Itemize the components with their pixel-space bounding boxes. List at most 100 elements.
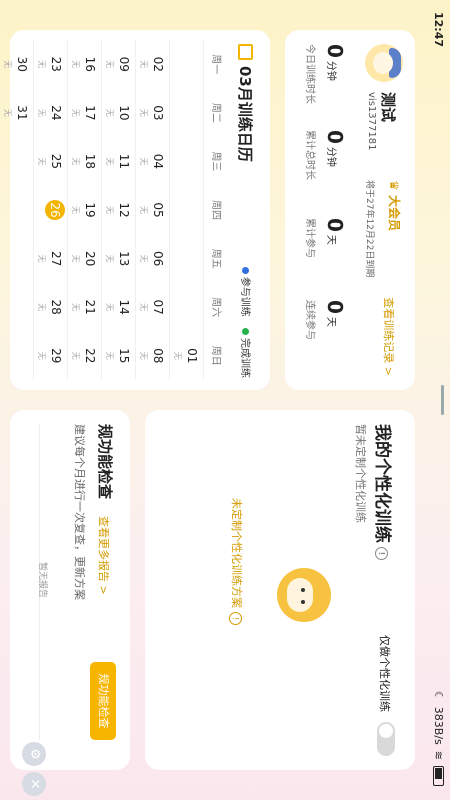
day-number: 05 xyxy=(151,202,165,218)
day-status: 无 xyxy=(71,351,80,360)
day-number: 16 xyxy=(83,56,97,72)
day-status: 无 xyxy=(105,303,114,312)
calendar-day[interactable]: 12 无 xyxy=(102,186,135,235)
check-button[interactable]: 规功能检查 xyxy=(90,662,116,740)
calendar-day[interactable]: 06 无 xyxy=(136,234,169,283)
day-number: 23 xyxy=(49,56,63,72)
day-number: 02 xyxy=(151,56,165,72)
stat-label: 今日训练时长 xyxy=(304,44,315,104)
calendar-day[interactable]: 04 无 xyxy=(136,137,169,186)
legend-complete: 完成训练 xyxy=(239,338,250,378)
weekday-label: 周五 xyxy=(210,248,221,269)
info-icon: ! xyxy=(229,612,243,625)
training-title-text: 我的个性化训练 xyxy=(372,424,392,543)
drag-handle[interactable] xyxy=(441,385,444,415)
calendar-day[interactable]: 11 无 xyxy=(102,137,135,186)
day-status: 无 xyxy=(37,157,46,166)
calendar-day[interactable]: 19 无 xyxy=(68,186,101,235)
calendar-day[interactable]: 16 无 xyxy=(68,40,101,89)
calendar-day[interactable]: 08 无 xyxy=(136,331,169,380)
calendar-day[interactable]: 26 xyxy=(34,186,67,235)
day-number: 13 xyxy=(117,250,131,267)
stat-unit: 分钟 xyxy=(325,60,336,81)
calendar-day[interactable]: 03 无 xyxy=(136,89,169,138)
calendar-day[interactable]: 18 无 xyxy=(68,137,101,186)
training-subtitle: 暂未定制个性化训练 xyxy=(354,424,367,523)
calendar-day-empty xyxy=(170,137,203,186)
training-title: 我的个性化训练! xyxy=(372,424,397,560)
training-empty-link[interactable]: 未定制个性化训练方案! xyxy=(229,498,245,625)
calendar-day[interactable]: 01 无 xyxy=(170,331,203,380)
calendar-day[interactable]: 31 无 xyxy=(0,89,33,138)
legend-participate: 参与训练 xyxy=(239,276,250,317)
vip-label: 大会员 xyxy=(387,194,401,231)
stat-value: 0 xyxy=(323,44,347,58)
day-number: 17 xyxy=(83,105,97,121)
calendar-legend: 参与训练 完成训练 xyxy=(239,259,254,378)
day-number: 26 xyxy=(45,200,65,221)
stat-days: 0 天 累计参与 xyxy=(304,218,347,258)
calendar-day[interactable]: 13 无 xyxy=(102,234,135,283)
day-status: 无 xyxy=(37,254,46,263)
day-status: 无 xyxy=(105,254,114,263)
calendar-day[interactable]: 07 无 xyxy=(136,283,169,332)
calendar-day[interactable]: 25 无 xyxy=(34,137,67,186)
day-number: 25 xyxy=(49,153,63,170)
calendar-day-empty xyxy=(170,283,203,332)
calendar-day[interactable]: 27 无 xyxy=(34,234,67,283)
calendar-week: 30 无 31 无 xyxy=(0,40,34,380)
training-toggle[interactable] xyxy=(377,722,395,756)
close-icon[interactable]: ✕ xyxy=(22,772,46,796)
calendar-day[interactable]: 22 无 xyxy=(68,331,101,380)
day-status: 无 xyxy=(105,157,114,166)
day-status: 无 xyxy=(37,60,46,69)
calendar-day[interactable]: 17 无 xyxy=(68,89,101,138)
check-more-reports-link[interactable]: 查看更多报告 > xyxy=(96,516,112,595)
status-right: ☾ 383B/s ≋ xyxy=(432,691,445,786)
avatar[interactable] xyxy=(365,44,403,82)
calendar-day-empty xyxy=(170,40,203,89)
stat-label: 连续参与 xyxy=(304,300,315,340)
stat-value: 0 xyxy=(323,218,347,232)
stat-label: 累计参与 xyxy=(304,218,315,258)
calendar-day[interactable]: 24 无 xyxy=(34,89,67,138)
day-status: 无 xyxy=(71,108,80,117)
weekday-label: 周三 xyxy=(210,151,221,172)
day-status: 无 xyxy=(139,254,148,263)
day-status: 无 xyxy=(37,303,46,312)
legend-dot-participate xyxy=(242,266,249,274)
day-number: 28 xyxy=(49,299,63,315)
calendar-week: 09 无 10 无 11 无 12 无 13 无 14 无 15 无 xyxy=(102,40,136,380)
calendar-day-empty xyxy=(0,186,33,235)
calendar-title: 03月训练日历 xyxy=(235,44,256,162)
status-time: 12:47 xyxy=(432,12,445,48)
avatar-face xyxy=(373,52,393,74)
calendar-day[interactable]: 09 无 xyxy=(102,40,135,89)
calendar-day-empty xyxy=(0,283,33,332)
mascot-eye xyxy=(301,600,305,604)
calendar-day[interactable]: 29 无 xyxy=(34,331,67,380)
mascot-face xyxy=(287,578,313,612)
view-records-link[interactable]: 查看训练记录 > xyxy=(381,297,397,376)
day-status: 无 xyxy=(139,157,148,166)
stat-unit: 天 xyxy=(325,316,336,327)
calendar-day[interactable]: 05 无 xyxy=(136,186,169,235)
info-icon[interactable]: ! xyxy=(375,547,389,560)
battery-icon xyxy=(433,766,444,786)
gear-icon[interactable]: ⚙ xyxy=(22,742,46,766)
calendar-day[interactable]: 28 无 xyxy=(34,283,67,332)
weekday-label: 周二 xyxy=(210,102,221,123)
day-status: 无 xyxy=(105,351,114,360)
crown-icon: ♛ xyxy=(387,180,401,195)
calendar-week: 02 无 03 无 04 无 05 无 06 无 07 无 08 无 xyxy=(136,40,170,380)
calendar-day[interactable]: 14 无 xyxy=(102,283,135,332)
calendar-day[interactable]: 10 无 xyxy=(102,89,135,138)
calendar-day[interactable]: 20 无 xyxy=(68,234,101,283)
calendar-day[interactable]: 15 无 xyxy=(102,331,135,380)
day-status: 无 xyxy=(139,303,148,312)
calendar-day[interactable]: 23 无 xyxy=(34,40,67,89)
calendar-day[interactable]: 21 无 xyxy=(68,283,101,332)
calendar-day[interactable]: 02 无 xyxy=(136,40,169,89)
weekday-label: 周四 xyxy=(210,200,221,221)
calendar-day[interactable]: 30 无 xyxy=(0,40,33,89)
